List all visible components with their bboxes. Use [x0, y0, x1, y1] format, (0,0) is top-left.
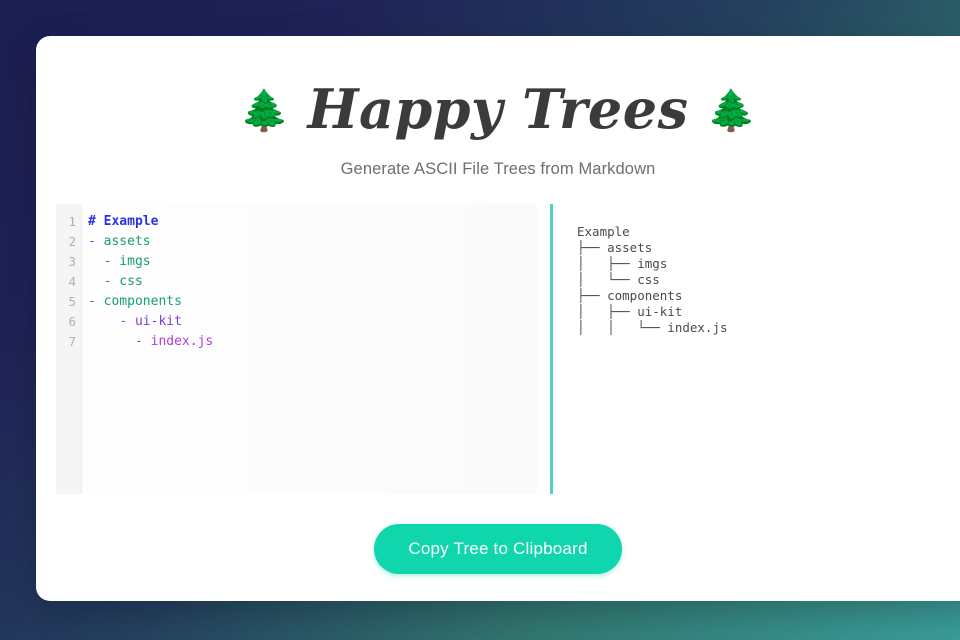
- code-list-marker: -: [88, 294, 96, 309]
- editor-line-number-gutter: 1 2 3 4 5 6 7: [56, 204, 82, 494]
- copy-tree-to-clipboard-button[interactable]: Copy Tree to Clipboard: [374, 524, 622, 574]
- editor-code-line: - assets: [88, 232, 537, 252]
- code-token-text: Example: [95, 214, 159, 229]
- editor-line-number: 3: [68, 254, 76, 269]
- code-token-text: assets: [95, 234, 151, 249]
- page-title: Happy Trees: [307, 77, 689, 141]
- ascii-tree-line: │ ├── ui-kit: [577, 304, 683, 319]
- ascii-tree-line: │ └── css: [577, 272, 660, 287]
- editor-code-line: - ui-kit: [88, 312, 537, 332]
- ascii-tree-line: │ │ └── index.js: [577, 320, 728, 335]
- app-root: 🌲 Happy Trees 🌲 Generate ASCII File Tree…: [0, 0, 960, 640]
- editor-preview-split: 1234567 # Example - assets - imgs - css - …: [56, 204, 960, 494]
- editor-line-number: 1: [68, 214, 76, 229]
- markdown-editor[interactable]: 1234567 # Example - assets - imgs - css - …: [56, 204, 537, 494]
- ascii-tree-line: ├── assets: [577, 240, 653, 255]
- evergreen-tree-icon-right: 🌲: [706, 89, 757, 133]
- code-token-text: imgs: [111, 254, 151, 269]
- action-row: Copy Tree to Clipboard: [36, 524, 960, 574]
- editor-code-line: - components: [88, 292, 537, 312]
- editor-line-number: 7: [68, 334, 76, 349]
- editor-code-line: - index.js: [88, 332, 537, 352]
- editor-code-line: # Example: [88, 212, 537, 232]
- ascii-tree-preview: Example ├── assets │ ├── imgs │ └── css ├── …: [553, 204, 960, 494]
- code-list-marker: -: [119, 314, 128, 329]
- editor-line-number: 2: [68, 234, 76, 249]
- page-subtitle: Generate ASCII File Trees from Markdown: [340, 160, 656, 178]
- ascii-tree-line: Example: [577, 224, 630, 239]
- code-list-marker: -: [134, 334, 143, 349]
- code-token-text: index.js: [142, 334, 214, 349]
- code-list-marker: -: [88, 234, 96, 249]
- editor-line-number: 6: [68, 314, 76, 329]
- editor-code-line: - imgs: [88, 252, 537, 272]
- code-list-marker: #: [88, 214, 96, 229]
- editor-line-number: 5: [68, 294, 76, 309]
- main-card: 🌲 Happy Trees 🌲 Generate ASCII File Tree…: [36, 36, 960, 601]
- ascii-tree-line: │ ├── imgs: [577, 256, 668, 271]
- title-row: 🌲 Happy Trees 🌲: [36, 72, 960, 146]
- code-token-text: css: [111, 274, 143, 289]
- editor-code-area[interactable]: # Example - assets - imgs - css - componen…: [82, 204, 537, 494]
- editor-code-line: - css: [88, 272, 537, 292]
- editor-line-number: 4: [68, 274, 76, 289]
- code-token-text: components: [95, 294, 182, 309]
- ascii-tree-line: ├── components: [577, 288, 683, 303]
- code-token-text: ui-kit: [127, 314, 182, 329]
- evergreen-tree-icon-left: 🌲: [239, 89, 290, 133]
- page-header: 🌲 Happy Trees 🌲 Generate ASCII File Tree…: [36, 36, 960, 179]
